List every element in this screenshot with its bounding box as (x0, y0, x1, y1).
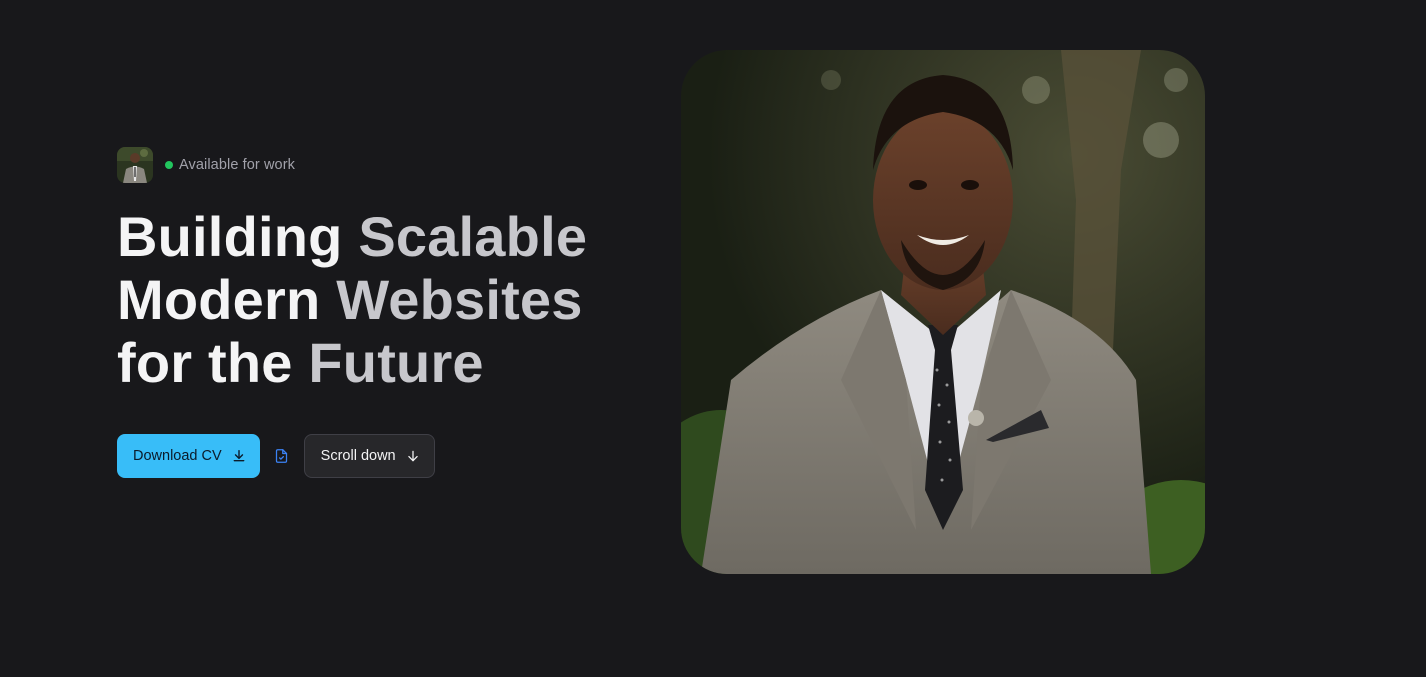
headline-line-2: Modern Websites (117, 268, 637, 331)
availability-row: Available for work (117, 146, 637, 183)
hero-section: Available for work Building Scalable Mod… (0, 0, 1426, 677)
headline-word: Websites (336, 268, 583, 331)
scroll-down-label: Scroll down (320, 448, 396, 464)
download-icon (232, 449, 246, 463)
hero-headline: Building Scalable Modern Websites for th… (117, 205, 637, 394)
headline-word: Building (117, 205, 343, 268)
portrait-photo (681, 50, 1205, 574)
avatar (117, 146, 153, 183)
availability-status: Available for work (179, 156, 295, 173)
headline-word: for the (117, 331, 293, 394)
download-cv-label: Download CV (133, 448, 222, 464)
hero-intro: Available for work Building Scalable Mod… (117, 146, 637, 478)
headline-line-3: for the Future (117, 331, 637, 394)
document-icon[interactable] (274, 448, 290, 464)
arrow-down-icon (406, 449, 420, 463)
headline-line-1: Building Scalable (117, 205, 637, 268)
hero-actions: Download CV Scroll down (117, 434, 637, 478)
headline-word: Scalable (358, 205, 588, 268)
download-cv-button[interactable]: Download CV (117, 434, 260, 478)
status-dot (165, 160, 173, 169)
headline-word: Future (308, 331, 484, 394)
scroll-down-button[interactable]: Scroll down (303, 434, 435, 478)
headline-word: Modern (117, 268, 321, 331)
